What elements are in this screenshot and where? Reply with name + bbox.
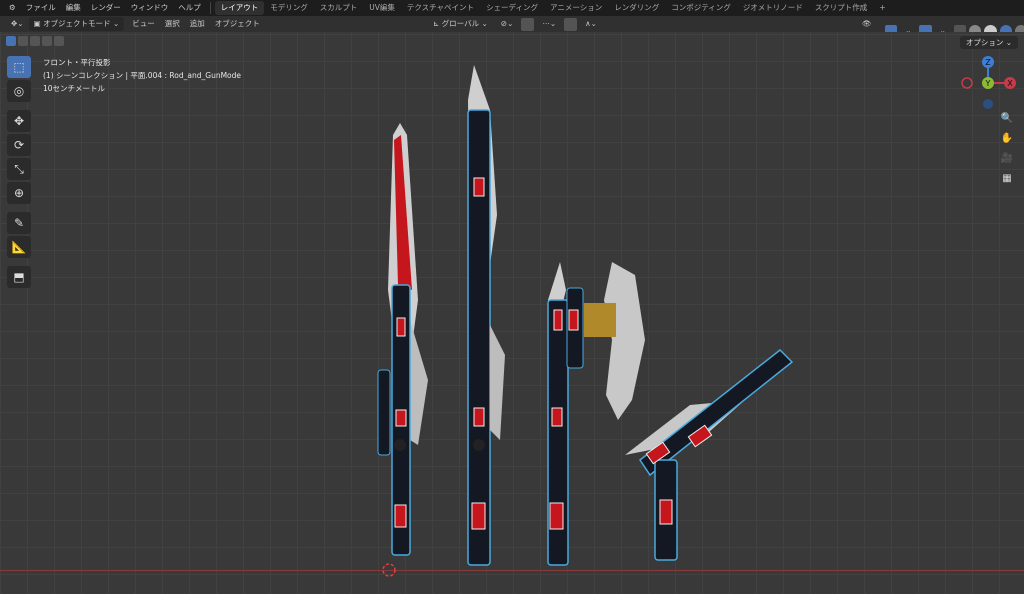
scene-objects — [377, 65, 794, 577]
axe-object[interactable] — [547, 262, 645, 566]
3d-cursor[interactable] — [382, 563, 396, 577]
sword-object[interactable] — [377, 123, 428, 556]
rod-object[interactable] — [467, 65, 505, 566]
gun-object[interactable] — [625, 348, 794, 561]
